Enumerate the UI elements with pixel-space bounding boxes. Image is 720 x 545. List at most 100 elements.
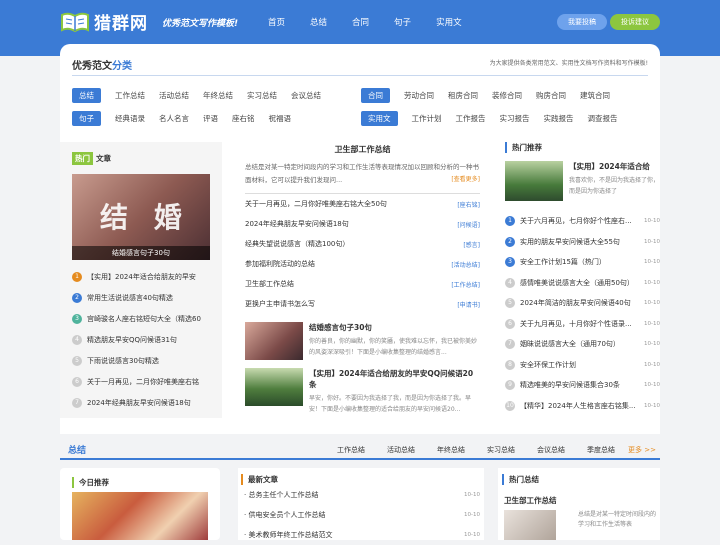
tag-item[interactable]: 劳动合同 [404, 88, 434, 103]
tab-quarterly-summary[interactable]: 季度总结 [587, 445, 615, 455]
article-category[interactable]: [座右铭] [457, 200, 480, 209]
list-item[interactable]: 4 感情唯美说说感言大全（通用50句） 10-10 [505, 273, 660, 294]
article-title[interactable]: 2024年经典朋友早安问候语18句 [245, 219, 349, 229]
item-title[interactable]: · 供电安全员个人工作总结 [244, 510, 325, 520]
list-item[interactable]: 6 关于九月再见，十月你好个性语录... 10-10 [505, 314, 660, 335]
tab-work-summary[interactable]: 工作总结 [337, 445, 365, 455]
feature-thumbnail[interactable] [505, 161, 563, 201]
list-item[interactable]: 10 【精华】2024年人生格言座右铭集... 10-10 [505, 396, 660, 417]
hot-item-title[interactable]: 2024年经典朋友早安问候语18句 [87, 398, 191, 408]
item-title[interactable]: 安全环保工作计划 [520, 360, 641, 370]
hot-item-title[interactable]: 宫崎骏名人座右铭短句大全（精选60 [87, 314, 201, 324]
feature-item[interactable]: 结婚感言句子30句 你的善良，你的幽默，你的笑靥，使我难以忘怀，我已被你美妙的风姿… [245, 322, 480, 360]
item-title[interactable]: 精选唯美的早安问候语集合30条 [520, 380, 641, 390]
tag-item[interactable]: 座右铭 [232, 111, 255, 126]
list-item[interactable]: · 供电安全员个人工作总结 10-10 [238, 505, 484, 525]
tab-meeting-summary[interactable]: 会议总结 [537, 445, 565, 455]
tag-item[interactable]: 经典语录 [115, 111, 145, 126]
hot-item-title[interactable]: 精选朋友早安QQ问候语31句 [87, 335, 177, 345]
tag-item[interactable]: 年终总结 [203, 88, 233, 103]
list-item[interactable]: 4 精选朋友早安QQ问候语31句 [72, 329, 220, 350]
list-item[interactable]: 6 关于一月再见，二月你好唯美座右铭 [72, 371, 220, 392]
item-title-text[interactable]: 美术教师年终工作总结范文 [248, 531, 332, 539]
feature-title[interactable]: 【实用】2024年适合给朋友的早安QQ问候语20条 [309, 368, 480, 390]
featured-title[interactable]: 卫生部工作总结 [245, 144, 480, 155]
tab-activity-summary[interactable]: 活动总结 [387, 445, 415, 455]
item-title[interactable]: 2024年简洁的朋友早安问候语40句 [520, 298, 641, 308]
list-item[interactable]: · 总务主任个人工作总结 10-10 [238, 485, 484, 505]
nav-home[interactable]: 首页 [268, 16, 285, 28]
item-title[interactable]: 姻昧说说感言大全（通用70句） [520, 339, 641, 349]
hot-item-title[interactable]: 常用生活说说感言40句精选 [87, 293, 173, 303]
view-more-link[interactable]: [查看更多] [451, 174, 480, 183]
tag-item[interactable]: 实习总结 [247, 88, 277, 103]
hot-summary-title[interactable]: 卫生部工作总结 [504, 495, 660, 506]
list-item[interactable]: 5 下雨说说感言30句精选 [72, 350, 220, 371]
nav-summary[interactable]: 总结 [310, 16, 327, 28]
tag-item[interactable]: 装修合同 [492, 88, 522, 103]
hot-item-title[interactable]: 关于一月再见，二月你好唯美座右铭 [87, 377, 199, 387]
item-title[interactable]: · 总务主任个人工作总结 [244, 490, 318, 500]
article-title[interactable]: 参加福利院活动的总结 [245, 259, 315, 269]
list-item[interactable]: 3 宫崎骏名人座右铭短句大全（精选60 [72, 308, 220, 329]
tag-summary[interactable]: 总结 [72, 88, 101, 103]
gift-thumbnail[interactable] [72, 492, 208, 540]
summary-thumbnail[interactable] [504, 510, 556, 540]
tag-item[interactable]: 会议总结 [291, 88, 321, 103]
list-item[interactable]: 更换户主申请书怎么写 [申请书] [245, 294, 480, 314]
list-item[interactable]: 经典失望说说感言（精选100句） [感言] [245, 234, 480, 254]
item-title[interactable]: 关于九月再见，十月你好个性语录... [520, 319, 641, 329]
article-title[interactable]: 经典失望说说感言（精选100句） [245, 239, 349, 249]
tab-annual-summary[interactable]: 年终总结 [437, 445, 465, 455]
hot-article-image[interactable]: 结 婚 结婚感言句子30句 [72, 174, 210, 260]
landscape-thumbnail[interactable] [245, 368, 303, 406]
list-item[interactable]: 7 姻昧说说感言大全（通用70句） 10-10 [505, 334, 660, 355]
tag-item[interactable]: 租房合同 [448, 88, 478, 103]
list-item[interactable]: 8 安全环保工作计划 10-10 [505, 355, 660, 376]
article-title[interactable]: 卫生部工作总结 [245, 279, 294, 289]
list-item[interactable]: 1 【实用】2024年适合给朋友的早安 [72, 266, 220, 287]
tag-item[interactable]: 工作总结 [115, 88, 145, 103]
list-item[interactable]: 2 实用的朋友早安问候语大全55句 10-10 [505, 232, 660, 253]
list-item[interactable]: 2024年经典朋友早安问候语18句 [问候语] [245, 214, 480, 234]
feature-item[interactable]: 【实用】2024年适合给朋友的早安QQ问候语20条 早安，你好。不要因为我选择了我… [245, 368, 480, 415]
list-item[interactable]: 9 精选唯美的早安问候语集合30条 10-10 [505, 375, 660, 396]
tag-item[interactable]: 实习报告 [500, 111, 530, 126]
nav-contract[interactable]: 合同 [352, 16, 369, 28]
hot-item-title[interactable]: 下雨说说感言30句精选 [87, 356, 159, 366]
item-title[interactable]: · 美术教师年终工作总结范文 [244, 530, 332, 540]
item-title[interactable]: 安全工作计划15篇（热门） [520, 257, 641, 267]
list-item[interactable]: 2 常用生活说说感言40句精选 [72, 287, 220, 308]
article-category[interactable]: [申请书] [457, 300, 480, 309]
feature-title[interactable]: 结婚感言句子30句 [309, 322, 480, 333]
list-item[interactable]: 关于一月再见，二月你好唯美座右铭大全50句 [座右铭] [245, 194, 480, 214]
tag-contract[interactable]: 合同 [361, 88, 390, 103]
tag-sentence[interactable]: 句子 [72, 111, 101, 126]
item-title-text[interactable]: 供电安全员个人工作总结 [248, 511, 325, 519]
hot-image-caption[interactable]: 结婚感言句子30句 [72, 246, 210, 260]
tag-item[interactable]: 建筑合同 [580, 88, 610, 103]
list-item[interactable]: 1 关于六月再见，七月你好个性座右... 10-10 [505, 211, 660, 232]
tag-item[interactable]: 调查报告 [588, 111, 618, 126]
tag-item[interactable]: 祝福语 [269, 111, 292, 126]
feature-title[interactable]: 【实用】2024年适合给 [569, 161, 660, 172]
list-item[interactable]: · 美术教师年终工作总结范文 10-10 [238, 525, 484, 545]
article-title[interactable]: 更换户主申请书怎么写 [245, 299, 315, 309]
list-item[interactable]: 5 2024年简洁的朋友早安问候语40句 10-10 [505, 293, 660, 314]
article-category[interactable]: [工作总结] [451, 280, 480, 289]
article-title[interactable]: 关于一月再见，二月你好唯美座右铭大全50句 [245, 199, 387, 209]
item-title[interactable]: 【精华】2024年人生格言座右铭集... [520, 401, 641, 411]
article-category[interactable]: [活动总结] [451, 260, 480, 269]
site-logo[interactable]: 猎群网 [60, 9, 148, 34]
recommend-feature[interactable]: 【实用】2024年适合给 我喜欢你，不是因为我选择了你，而是因为你选择了 [505, 161, 660, 201]
list-item[interactable]: 7 2024年经典朋友早安问候语18句 [72, 392, 220, 413]
item-title[interactable]: 关于六月再见，七月你好个性座右... [520, 216, 641, 226]
tag-practical[interactable]: 实用文 [361, 111, 398, 126]
more-link[interactable]: 更多 >> [628, 445, 656, 455]
tag-item[interactable]: 购房合同 [536, 88, 566, 103]
item-title[interactable]: 实用的朋友早安问候语大全55句 [520, 237, 641, 247]
item-title-text[interactable]: 总务主任个人工作总结 [248, 491, 318, 499]
tag-item[interactable]: 实践报告 [544, 111, 574, 126]
nav-practical[interactable]: 实用文 [436, 16, 462, 28]
nav-sentence[interactable]: 句子 [394, 16, 411, 28]
